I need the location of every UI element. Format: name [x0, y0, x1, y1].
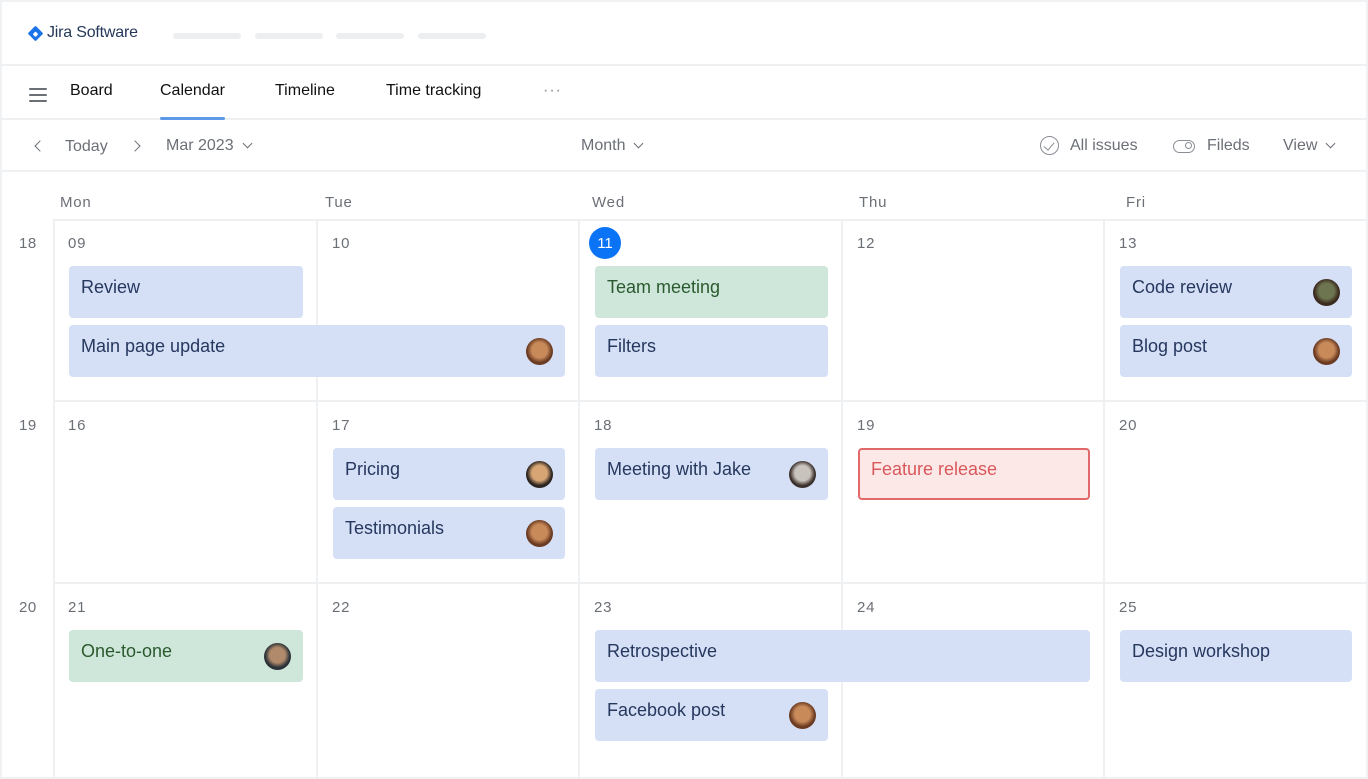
- event-card[interactable]: Meeting with Jake: [595, 448, 828, 500]
- app-title: Jira Software: [47, 24, 138, 41]
- event-title: Review: [81, 277, 141, 297]
- event-title: Retrospective: [607, 641, 718, 661]
- view-label: View: [1283, 137, 1318, 154]
- avatar: [1313, 338, 1340, 365]
- event-title: Meeting with Jake: [607, 459, 752, 479]
- app-logo[interactable]: Jira Software: [27, 24, 138, 42]
- avatar: [526, 520, 553, 547]
- fields-toggle[interactable]: Fileds: [1173, 137, 1250, 155]
- event-title: Blog post: [1132, 336, 1208, 356]
- avatar: [526, 461, 553, 488]
- week-number: 19: [19, 417, 37, 434]
- tab-timeline[interactable]: Timeline: [275, 82, 335, 120]
- avatar: [1313, 279, 1340, 306]
- day-number: 23: [594, 599, 613, 616]
- weekday-header: Thu: [859, 194, 888, 211]
- event-card[interactable]: Blog post: [1120, 325, 1352, 377]
- event-card[interactable]: Team meeting: [595, 266, 828, 318]
- tab-calendar[interactable]: Calendar: [160, 82, 225, 120]
- event-title: Filters: [607, 336, 656, 356]
- avatar: [264, 643, 291, 670]
- all-issues-label: All issues: [1070, 136, 1138, 154]
- event-title: Code review: [1132, 277, 1233, 297]
- tab-time-tracking[interactable]: Time tracking: [386, 82, 481, 120]
- day-number: 12: [857, 235, 876, 252]
- nav-placeholder: [255, 33, 323, 39]
- event-card[interactable]: Design workshop: [1120, 630, 1352, 682]
- event-card[interactable]: Main page update: [69, 325, 565, 377]
- event-title: Facebook post: [607, 700, 726, 720]
- event-title: Main page update: [81, 336, 226, 356]
- nav-placeholder: [336, 33, 404, 39]
- day-cell[interactable]: [53, 401, 317, 583]
- toggle-icon: [1173, 139, 1195, 153]
- tab-board[interactable]: Board: [70, 82, 113, 120]
- app-window: Jira Software Board Calendar Timeline Ti…: [2, 2, 1366, 777]
- day-number: 09: [68, 235, 87, 252]
- day-number: 22: [332, 599, 351, 616]
- event-title: Design workshop: [1132, 641, 1271, 661]
- event-card[interactable]: Testimonials: [333, 507, 565, 559]
- day-cell[interactable]: [317, 583, 579, 765]
- weekday-header: Mon: [60, 194, 92, 211]
- view-tabs: Board Calendar Timeline Time tracking ··…: [2, 66, 1366, 120]
- event-card[interactable]: Filters: [595, 325, 828, 377]
- avatar: [789, 461, 816, 488]
- week-number: 18: [19, 235, 37, 252]
- weekday-header: Tue: [325, 194, 353, 211]
- view-select[interactable]: View: [1283, 137, 1336, 155]
- day-number: 24: [857, 599, 876, 616]
- avatar: [789, 702, 816, 729]
- day-number: 18: [594, 417, 613, 434]
- day-number: 13: [1119, 235, 1138, 252]
- today-button[interactable]: Today: [65, 138, 108, 156]
- more-icon[interactable]: ···: [543, 82, 562, 100]
- day-cell[interactable]: [1104, 401, 1366, 583]
- day-number: 21: [68, 599, 87, 616]
- week-number: 20: [19, 599, 37, 616]
- jira-logo-icon: [27, 25, 44, 41]
- weekday-header: Wed: [592, 194, 625, 211]
- period-label: Mar 2023: [166, 137, 234, 154]
- menu-icon[interactable]: [29, 88, 47, 102]
- previous-icon[interactable]: [34, 140, 46, 152]
- day-number: 20: [1119, 417, 1138, 434]
- event-card[interactable]: One-to-one: [69, 630, 303, 682]
- chevron-down-icon: [1325, 138, 1336, 149]
- view-mode-select[interactable]: Month: [581, 137, 644, 155]
- event-title: One-to-one: [81, 641, 173, 661]
- period-select[interactable]: Mar 2023: [166, 137, 253, 155]
- day-number: 10: [332, 235, 351, 252]
- chevron-down-icon: [242, 138, 253, 149]
- event-title: Pricing: [345, 459, 401, 479]
- day-number: 19: [857, 417, 876, 434]
- event-title: Feature release: [871, 459, 998, 479]
- chevron-down-icon: [634, 138, 644, 149]
- calendar-toolbar: Today Mar 2023 Month All issues Fileds V…: [2, 120, 1366, 172]
- nav-placeholder: [173, 33, 241, 39]
- view-mode-label: Month: [581, 137, 626, 154]
- all-issues-filter[interactable]: All issues: [1040, 136, 1138, 155]
- event-card[interactable]: Feature release: [858, 448, 1090, 500]
- event-card[interactable]: Code review: [1120, 266, 1352, 318]
- event-card[interactable]: Review: [69, 266, 303, 318]
- event-card[interactable]: Pricing: [333, 448, 565, 500]
- nav-placeholder: [418, 33, 486, 39]
- event-title: Testimonials: [345, 518, 445, 538]
- today-date-badge: 11: [589, 227, 621, 259]
- fields-label: Fileds: [1207, 137, 1250, 154]
- day-number: 16: [68, 417, 87, 434]
- event-card[interactable]: Retrospective: [595, 630, 1090, 682]
- next-icon[interactable]: [129, 140, 141, 152]
- top-header: Jira Software: [2, 2, 1366, 66]
- avatar: [526, 338, 553, 365]
- event-card[interactable]: Facebook post: [595, 689, 828, 741]
- day-number: 25: [1119, 599, 1138, 616]
- day-cell[interactable]: [842, 219, 1104, 401]
- weekday-header: Fri: [1126, 194, 1146, 211]
- event-title: Team meeting: [607, 277, 721, 297]
- check-circle-icon: [1040, 136, 1059, 155]
- day-number: 17: [332, 417, 351, 434]
